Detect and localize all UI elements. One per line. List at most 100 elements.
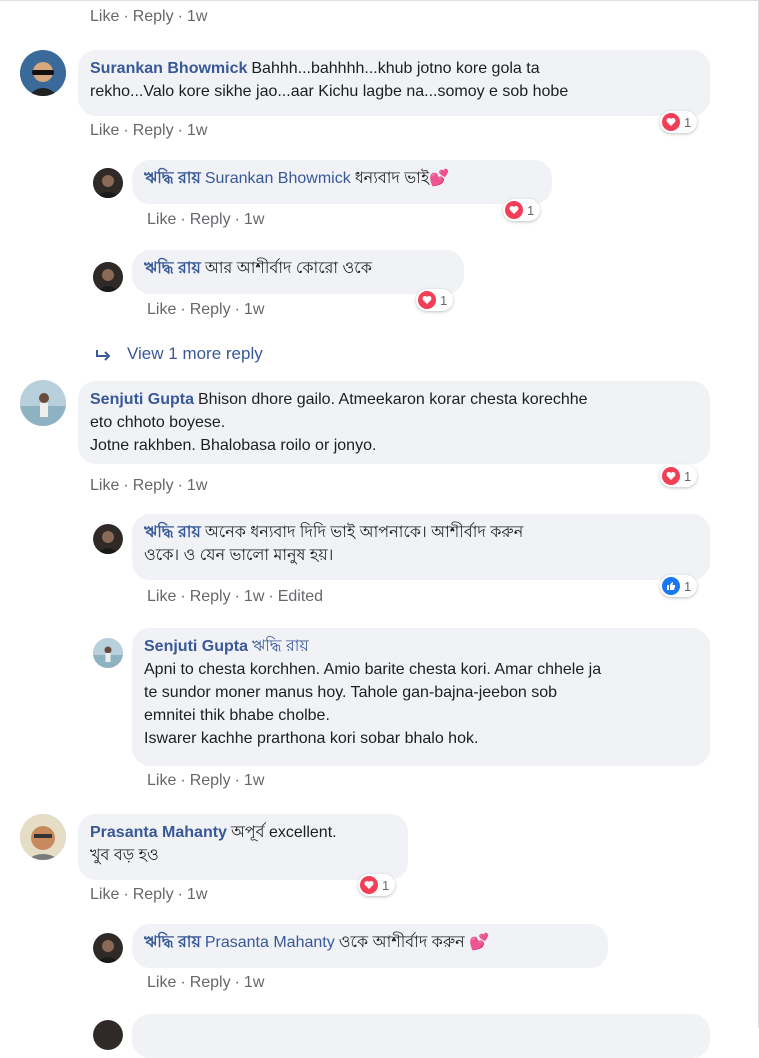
avatar-image-icon — [93, 262, 123, 292]
comment-text: ওকে। ও যেন ভালো মানুষ হয়। — [144, 547, 334, 564]
like-link[interactable]: Like — [147, 772, 176, 789]
avatar[interactable] — [20, 380, 66, 426]
reaction-count[interactable]: 1 — [358, 874, 396, 896]
separator-dot: · — [177, 477, 183, 494]
reply-actions: Like · Reply · 1w — [147, 974, 264, 992]
reaction-count[interactable]: 1 — [660, 111, 698, 133]
avatar[interactable] — [93, 524, 123, 554]
reply-link[interactable]: Reply — [133, 8, 174, 25]
reaction-count[interactable]: 1 — [660, 575, 698, 597]
author-name[interactable]: Senjuti Gupta — [144, 638, 248, 655]
author-name[interactable]: ঋদ্ধি রায় — [144, 170, 201, 187]
avatar-image-icon — [93, 168, 123, 198]
author-name[interactable]: ঋদ্ধি রায় — [144, 524, 201, 541]
reaction-count[interactable]: 1 — [660, 465, 698, 487]
reaction-number: 1 — [684, 114, 692, 130]
avatar[interactable] — [93, 262, 123, 292]
avatar-image-icon — [20, 50, 66, 96]
avatar[interactable] — [20, 814, 66, 860]
like-link[interactable]: Like — [90, 122, 119, 139]
separator-dot: · — [180, 588, 186, 605]
comment-actions: Like · Reply · 1w — [90, 886, 207, 904]
comment-text: ধন্যবাদ ভাই — [354, 170, 430, 187]
timestamp[interactable]: 1w — [244, 211, 264, 228]
heart-reaction-icon — [662, 113, 680, 131]
timestamp[interactable]: 1w — [187, 122, 207, 139]
reply-link[interactable]: Reply — [133, 477, 174, 494]
like-link[interactable]: Like — [90, 477, 119, 494]
timestamp[interactable]: 1w — [244, 772, 264, 789]
comment-bubble: Prasanta Mahanty অপূর্ব excellent. খুব বড… — [78, 814, 408, 880]
reply-link[interactable]: Reply — [133, 122, 174, 139]
reply-link[interactable]: Reply — [190, 974, 231, 991]
reaction-count[interactable]: 1 — [416, 289, 454, 311]
comment-text: ওকে আশীর্বাদ করুন — [338, 934, 465, 951]
reply-bubble: ঋদ্ধি রায় Surankan Bhowmick ধন্যবাদ ভাই💕 — [132, 160, 552, 204]
reply-actions: Like · Reply · 1w — [147, 211, 264, 229]
author-name[interactable]: ঋদ্ধি রায় — [144, 934, 201, 951]
like-link[interactable]: Like — [90, 886, 119, 903]
reply-bubble: Senjuti Gupta ঋদ্ধি রায় Apni to chesta k… — [132, 628, 710, 766]
avatar[interactable] — [93, 638, 123, 668]
like-link[interactable]: Like — [147, 211, 176, 228]
author-name[interactable]: Senjuti Gupta — [90, 391, 194, 408]
like-link[interactable]: Like — [147, 974, 176, 991]
avatar[interactable] — [93, 933, 123, 963]
avatar-image-icon — [93, 933, 123, 963]
reaction-number: 1 — [684, 468, 692, 484]
heart-reaction-icon — [505, 201, 523, 219]
view-more-replies-link[interactable]: View 1 more reply — [95, 344, 263, 364]
author-name[interactable]: Prasanta Mahanty — [90, 824, 227, 841]
separator-dot: · — [234, 301, 240, 318]
avatar-image-icon — [20, 380, 66, 426]
reaction-count[interactable]: 1 — [503, 199, 541, 221]
separator-dot: · — [180, 772, 186, 789]
reply-link[interactable]: Reply — [190, 772, 231, 789]
heart-reaction-icon — [418, 291, 436, 309]
like-link[interactable]: Like — [147, 301, 176, 318]
timestamp[interactable]: 1w — [244, 301, 264, 318]
author-name[interactable]: Surankan Bhowmick — [90, 60, 247, 77]
reply-link[interactable]: Reply — [133, 886, 174, 903]
separator-dot: · — [123, 477, 129, 494]
comment-bubble: Surankan Bhowmick Bahhh...bahhhh...khub j… — [78, 50, 710, 116]
mention-tag[interactable]: ঋদ্ধি রায় — [252, 638, 309, 655]
comment-text: আর আশীর্বাদ কোরো ওকে — [204, 260, 372, 277]
comment-text: emnitei thik bhabe cholbe. — [144, 707, 330, 724]
timestamp[interactable]: 1w — [187, 8, 207, 25]
like-link[interactable]: Like — [147, 588, 176, 605]
separator-dot: · — [123, 122, 129, 139]
edited-label[interactable]: Edited — [278, 588, 323, 605]
reply-arrow-icon — [96, 349, 111, 361]
reaction-number: 1 — [440, 292, 448, 308]
timestamp[interactable]: 1w — [244, 974, 264, 991]
avatar-image-icon — [93, 638, 123, 668]
reply-link[interactable]: Reply — [190, 211, 231, 228]
author-name[interactable]: ঋদ্ধি রায় — [144, 260, 201, 277]
reply-link[interactable]: Reply — [190, 588, 231, 605]
timestamp[interactable]: 1w — [187, 477, 207, 494]
separator-dot: · — [268, 588, 274, 605]
separator-dot: · — [123, 8, 129, 25]
separator-dot: · — [123, 886, 129, 903]
separator-dot: · — [180, 974, 186, 991]
reply-link[interactable]: Reply — [190, 301, 231, 318]
separator-dot: · — [177, 8, 183, 25]
comment-actions: Like · Reply · 1w — [90, 477, 207, 495]
separator-dot: · — [180, 211, 186, 228]
mention-tag[interactable]: Prasanta Mahanty — [205, 934, 335, 951]
like-link[interactable]: Like — [90, 8, 119, 25]
timestamp[interactable]: 1w — [187, 886, 207, 903]
separator-dot: · — [177, 122, 183, 139]
comment-text: Bhison dhore gailo. Atmeekaron korar che… — [198, 391, 588, 408]
avatar[interactable] — [93, 168, 123, 198]
reply-bubble: ঋদ্ধি রায় আর আশীর্বাদ কোরো ওকে — [132, 250, 464, 294]
avatar-image-icon — [93, 1020, 123, 1050]
timestamp[interactable]: 1w — [244, 588, 264, 605]
mention-tag[interactable]: Surankan Bhowmick — [205, 170, 351, 187]
reply-bubble: ঋদ্ধি রায় Prasanta Mahanty ওকে আশীর্বাদ ক… — [132, 924, 608, 968]
avatar-image-icon — [93, 524, 123, 554]
avatar[interactable] — [20, 50, 66, 96]
avatar[interactable] — [93, 1020, 123, 1050]
separator-dot: · — [234, 211, 240, 228]
